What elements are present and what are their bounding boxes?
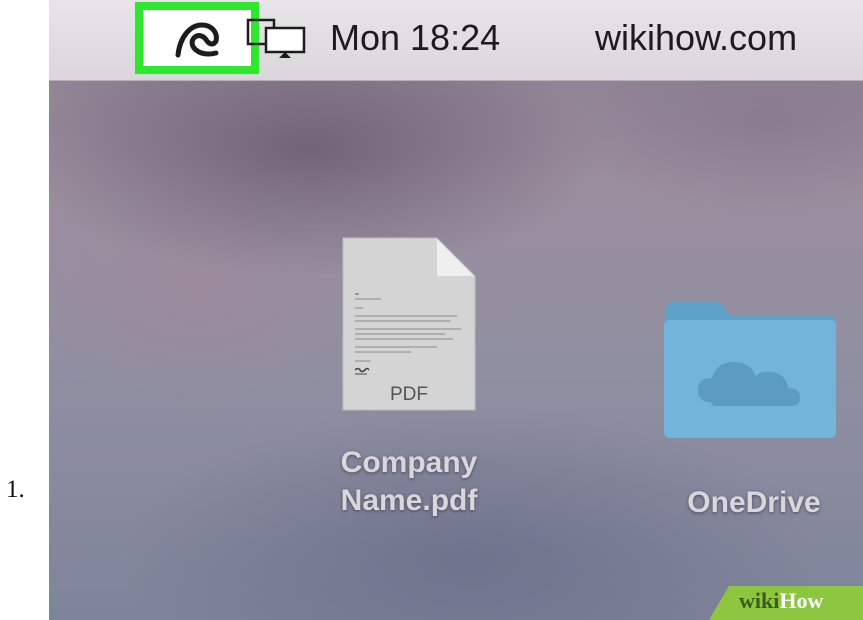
menu-bar: Mon 18:24 wikihow.com xyxy=(49,0,863,81)
watermark-how: How xyxy=(779,588,824,613)
pdf-file-label-line2: Name.pdf xyxy=(340,484,478,517)
pdf-file-label-line1: Company xyxy=(340,446,478,479)
menu-bar-clock[interactable]: Mon 18:24 xyxy=(330,17,500,59)
onedrive-folder-label[interactable]: OneDrive xyxy=(639,486,863,520)
pdf-file-icon[interactable]: PDF xyxy=(341,236,477,412)
pdf-badge: PDF xyxy=(390,384,428,405)
wikihow-watermark: wikiHow xyxy=(709,586,863,620)
avira-umbrella-icon[interactable] xyxy=(172,19,220,59)
mac-desktop-screenshot: Mon 18:24 wikihow.com PDF Company Name.p… xyxy=(49,0,863,620)
onedrive-folder-icon[interactable] xyxy=(662,298,838,440)
page: 1. Mon 18:24 wikihow.com PDF Company Nam… xyxy=(0,0,863,620)
display-mirroring-icon[interactable] xyxy=(246,18,308,60)
menu-bar-site-text: wikihow.com xyxy=(595,17,798,58)
pdf-file-label[interactable]: Company Name.pdf xyxy=(277,444,541,520)
step-number: 1. xyxy=(6,476,25,503)
watermark-wiki: wiki xyxy=(739,588,780,613)
watermark-text: wikiHow xyxy=(739,588,823,614)
